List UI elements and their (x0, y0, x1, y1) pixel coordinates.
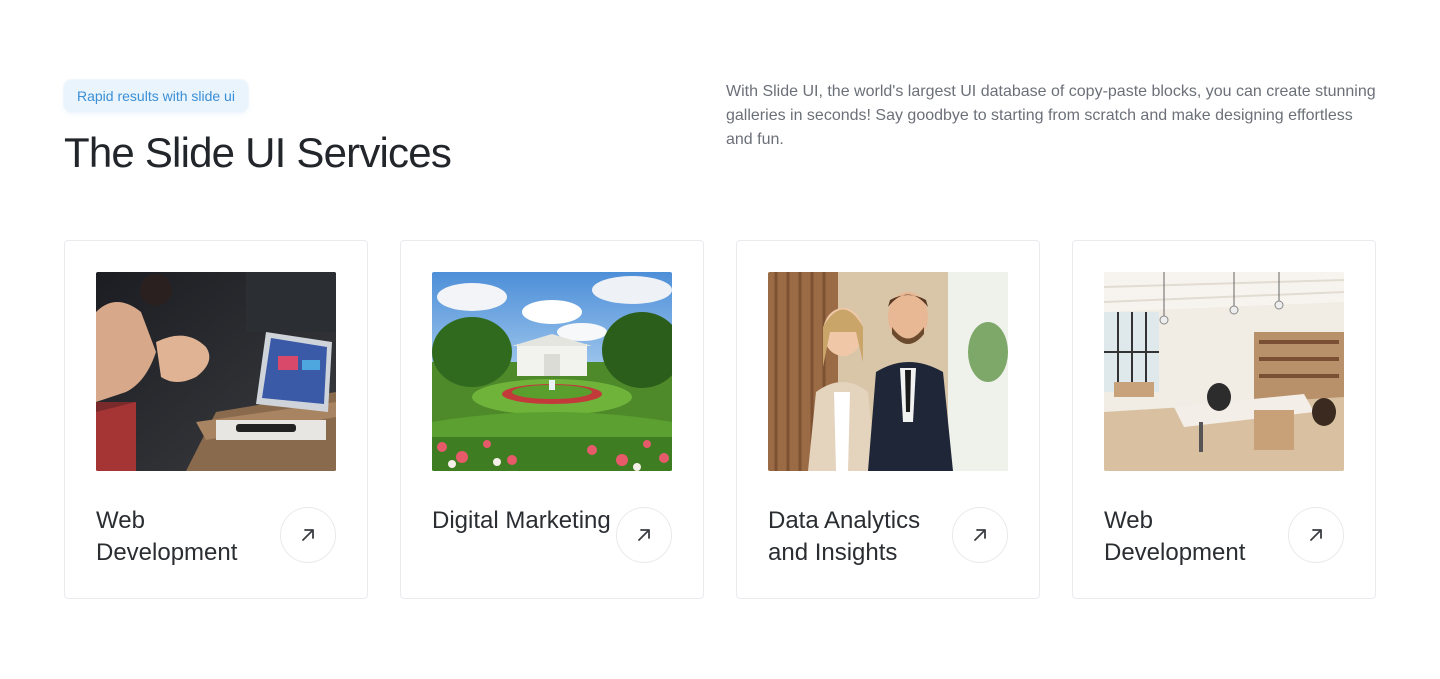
service-title: Web Development (96, 507, 238, 566)
open-service-button[interactable] (952, 507, 1008, 563)
service-title: Digital Marketing (432, 507, 611, 534)
team-meeting-laptop-photo (96, 272, 336, 471)
arrow-up-right-icon (638, 529, 650, 541)
service-card-data-analytics[interactable]: Data Analytics and Insights (736, 240, 1040, 599)
open-service-button[interactable] (1288, 507, 1344, 563)
arrow-up-right-icon (1310, 529, 1322, 541)
section-description: With Slide UI, the world's largest UI da… (726, 83, 1376, 148)
service-title: Data Analytics and Insights (768, 507, 921, 566)
section-badge: Rapid results with slide ui (64, 80, 248, 112)
section-title: The Slide UI Services (64, 129, 452, 176)
business-people-portrait-photo (768, 272, 1008, 471)
modern-office-interior-photo (1104, 272, 1344, 471)
open-service-button[interactable] (280, 507, 336, 563)
arrow-up-right-icon (302, 529, 314, 541)
service-card-web-development[interactable]: Web Development (64, 240, 368, 599)
open-service-button[interactable] (616, 507, 672, 563)
services-grid: Web Development Digital Marketing Data A… (64, 240, 1376, 599)
service-title: Web Development (1104, 507, 1246, 566)
white-house-garden-photo (432, 272, 672, 471)
service-card-web-development-2[interactable]: Web Development (1072, 240, 1376, 599)
services-section: Rapid results with slide ui The Slide UI… (0, 0, 1440, 679)
service-card-digital-marketing[interactable]: Digital Marketing (400, 240, 704, 599)
arrow-up-right-icon (974, 529, 986, 541)
